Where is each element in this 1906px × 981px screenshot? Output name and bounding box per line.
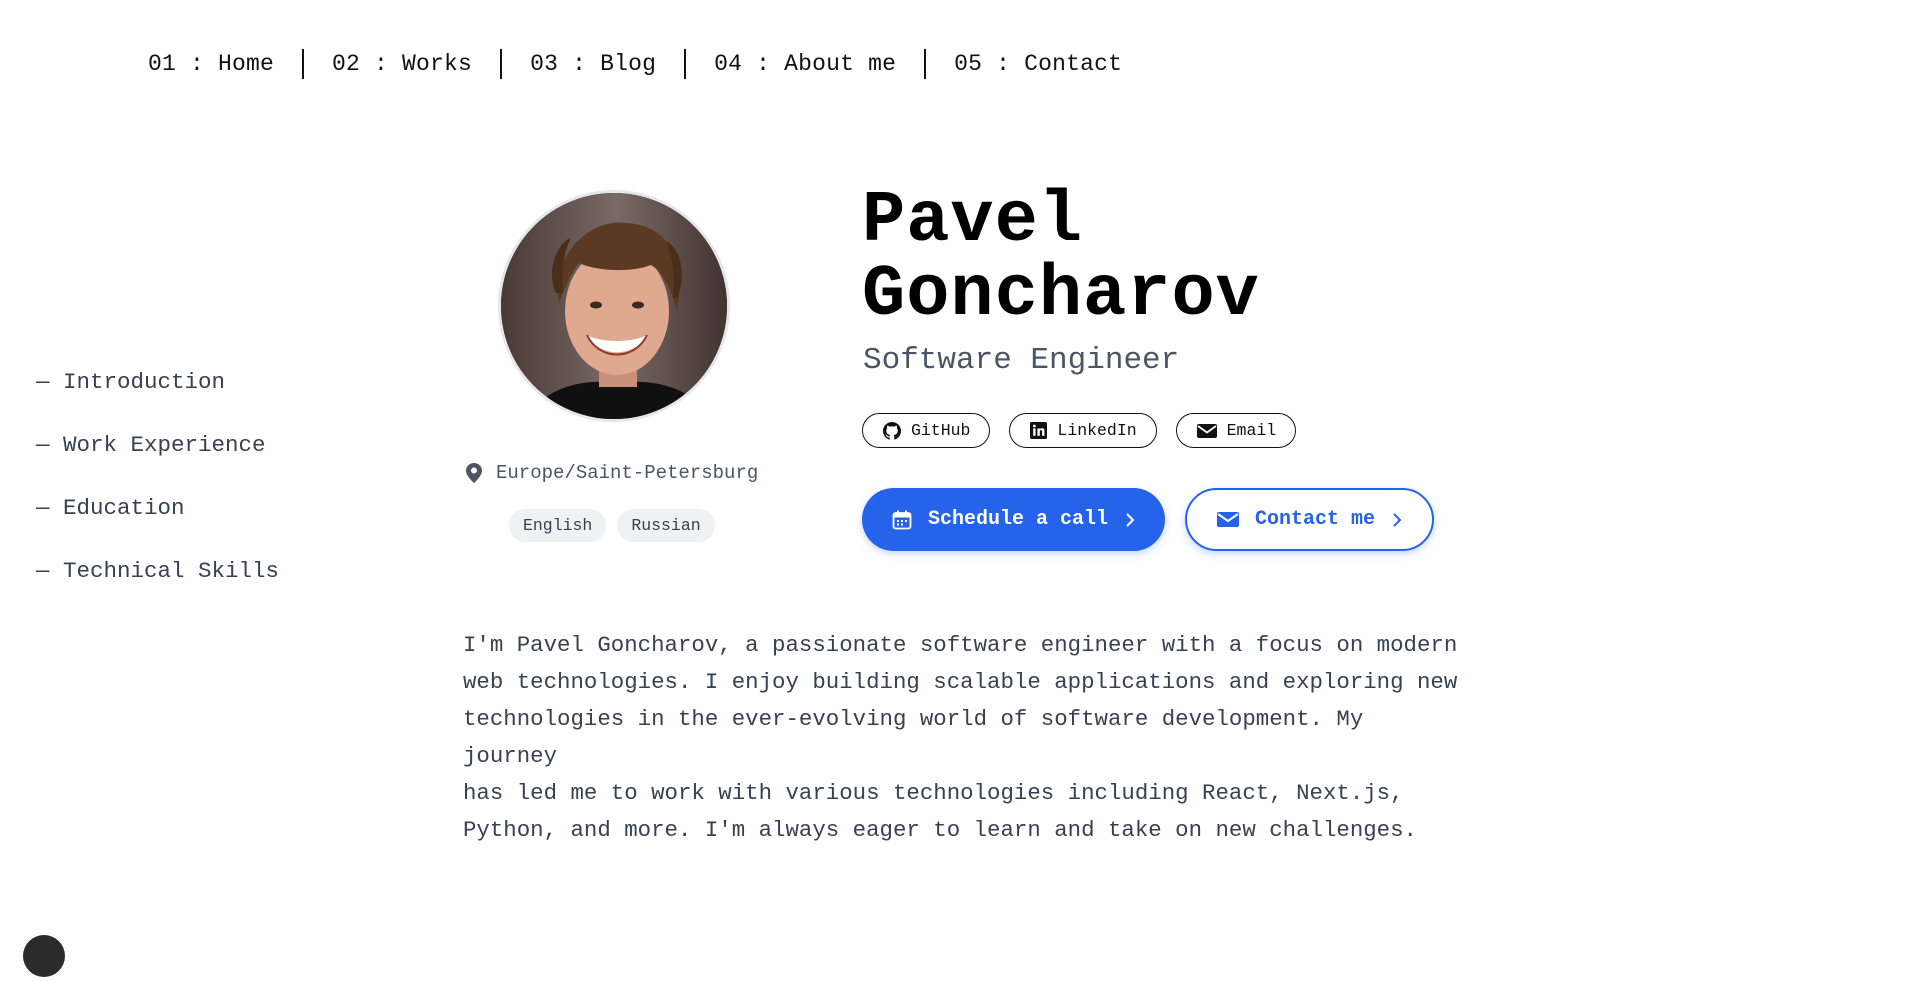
profile-avatar bbox=[498, 190, 730, 422]
bio-paragraph: I'm Pavel Goncharov, a passionate softwa… bbox=[463, 627, 1463, 849]
linkedin-button[interactable]: LinkedIn bbox=[1009, 413, 1157, 448]
nav-about-link[interactable]: 04 : About me bbox=[714, 51, 896, 77]
chevron-right-icon bbox=[1125, 512, 1135, 528]
linkedin-icon bbox=[1030, 422, 1048, 439]
nav-contact-link[interactable]: 05 : Contact bbox=[954, 51, 1122, 77]
schedule-call-button[interactable]: Schedule a call bbox=[862, 488, 1166, 551]
page-title: Pavel Goncharov bbox=[862, 184, 1260, 332]
contact-me-label: Contact me bbox=[1255, 508, 1376, 531]
nav-works-link[interactable]: 02 : Works bbox=[332, 51, 472, 77]
github-button[interactable]: GitHub bbox=[862, 413, 991, 448]
nav-separator bbox=[500, 49, 503, 79]
email-button[interactable]: Email bbox=[1175, 413, 1297, 448]
github-label: GitHub bbox=[911, 421, 971, 440]
floating-corner-button[interactable] bbox=[23, 935, 65, 977]
social-links: GitHub LinkedIn Email bbox=[862, 413, 1315, 448]
name-first: Pavel bbox=[862, 180, 1084, 262]
cta-row: Schedule a call Contact me bbox=[862, 488, 1454, 551]
linkedin-label: LinkedIn bbox=[1057, 421, 1137, 440]
toc-introduction-link[interactable]: — Introduction bbox=[36, 368, 279, 396]
schedule-call-label: Schedule a call bbox=[928, 508, 1109, 531]
role-subtitle: Software Engineer bbox=[863, 343, 1180, 378]
chevron-right-icon bbox=[1392, 512, 1402, 528]
nav-separator bbox=[684, 49, 687, 79]
bio-line: technologies in the ever-evolving world … bbox=[463, 706, 1364, 769]
language-list: English Russian bbox=[509, 509, 726, 542]
language-chip: Russian bbox=[617, 509, 715, 542]
github-icon bbox=[883, 421, 901, 440]
nav-separator bbox=[924, 49, 927, 79]
avatar-portrait-image bbox=[501, 193, 727, 419]
bio-line: has led me to work with various technolo… bbox=[463, 780, 1404, 806]
bio-line: I'm Pavel Goncharov, a passionate softwa… bbox=[463, 632, 1458, 658]
language-chip: English bbox=[509, 509, 607, 542]
toc-technical-skills-link[interactable]: — Technical Skills bbox=[36, 557, 279, 585]
email-label: Email bbox=[1226, 421, 1277, 440]
nav-home-link[interactable]: 01 : Home bbox=[148, 51, 274, 77]
location: Europe/Saint-Petersburg bbox=[466, 462, 758, 484]
map-pin-icon bbox=[466, 463, 482, 483]
envelope-icon bbox=[1217, 511, 1240, 528]
nav-separator bbox=[302, 49, 305, 79]
toc-education-link[interactable]: — Education bbox=[36, 494, 279, 522]
bio-line: web technologies. I enjoy building scala… bbox=[463, 669, 1458, 695]
contact-me-button[interactable]: Contact me bbox=[1185, 488, 1435, 551]
location-text: Europe/Saint-Petersburg bbox=[496, 462, 759, 484]
bio-line: Python, and more. I'm always eager to le… bbox=[463, 817, 1417, 843]
top-nav: 01 : Home 02 : Works 03 : Blog 04 : Abou… bbox=[148, 46, 1122, 82]
envelope-icon bbox=[1196, 423, 1217, 438]
nav-blog-link[interactable]: 03 : Blog bbox=[530, 51, 656, 77]
toc-work-experience-link[interactable]: — Work Experience bbox=[36, 431, 279, 459]
name-last: Goncharov bbox=[862, 254, 1260, 336]
section-toc: — Introduction — Work Experience — Educa… bbox=[36, 368, 279, 620]
calendar-icon bbox=[892, 510, 912, 530]
